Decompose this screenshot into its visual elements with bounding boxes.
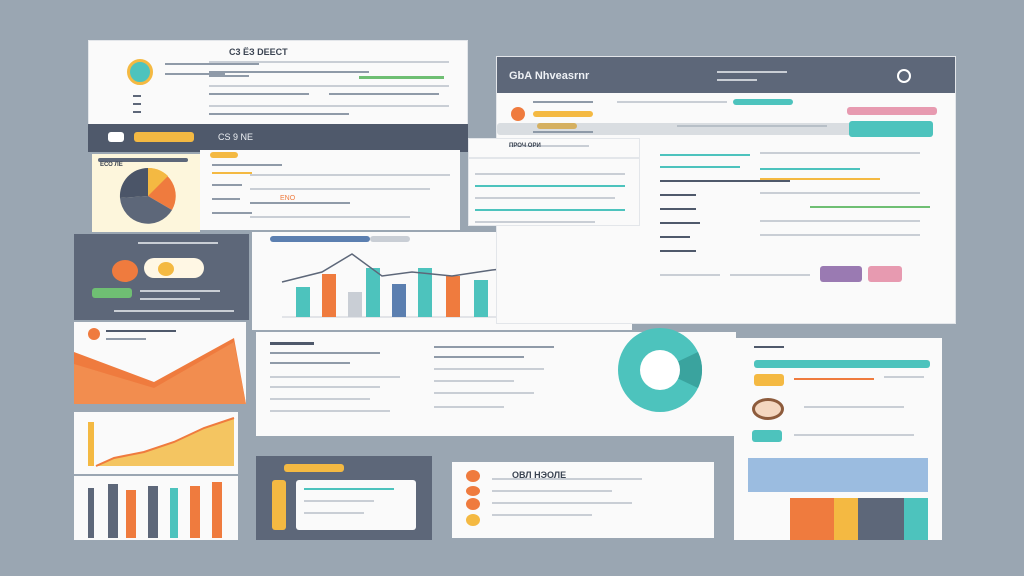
pie-card: ЕСО ЛЕ	[92, 154, 200, 232]
profile-card	[74, 234, 249, 320]
list-panel: ENO	[200, 150, 460, 230]
panel-top-left-footer: CS 9 NE	[88, 124, 468, 152]
donut-icon	[618, 328, 703, 412]
mini-bars-card	[74, 476, 238, 540]
globe-icon[interactable]	[127, 59, 153, 85]
bottom-card-left	[256, 456, 432, 540]
panel-top-left: C3 ЁЗ DEECT	[88, 40, 468, 128]
main-window-titlebar: GbA Nhveasrnr	[497, 57, 955, 93]
pie-icon	[119, 167, 176, 224]
avatar-icon[interactable]	[112, 260, 138, 282]
panel-title: C3 ЁЗ DEECT	[229, 47, 288, 57]
settings-icon[interactable]	[897, 69, 911, 83]
area-chart	[74, 338, 246, 404]
color-bars	[790, 498, 928, 540]
detail-list	[650, 138, 940, 298]
mini-bar-chart	[88, 482, 222, 538]
right-card	[734, 338, 942, 540]
footer-label	[134, 132, 194, 142]
trend-chart	[88, 417, 235, 467]
trend-card	[74, 412, 238, 474]
small-window: ПРОЧ ОРИ	[468, 138, 640, 226]
bottom-card-right: ОВЛ НЭОЛЕ	[452, 462, 714, 538]
area-card	[74, 322, 246, 404]
